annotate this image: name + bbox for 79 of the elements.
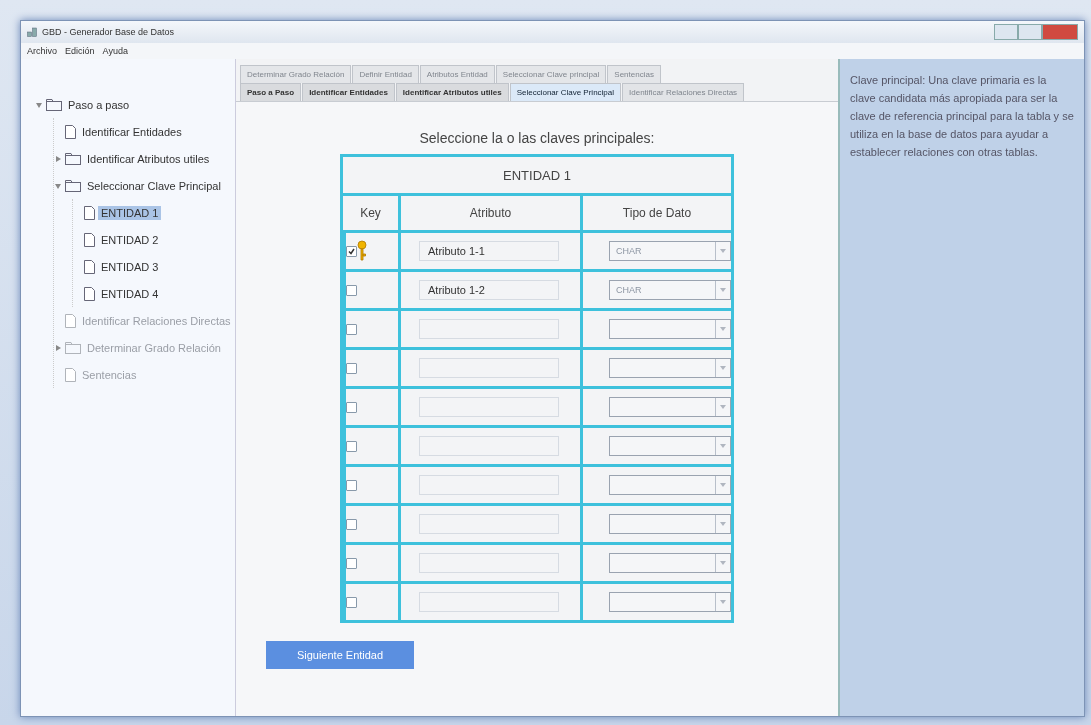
folder-icon xyxy=(46,98,62,111)
menu-item[interactable]: Ayuda xyxy=(102,46,128,56)
dropdown-arrow-icon xyxy=(720,366,726,370)
document-icon xyxy=(84,232,95,247)
dropdown-arrow-icon xyxy=(720,327,726,331)
type-dropdown[interactable] xyxy=(609,475,731,495)
attribute-field[interactable] xyxy=(419,475,559,495)
type-dropdown[interactable] xyxy=(609,319,731,339)
type-dropdown[interactable] xyxy=(609,436,731,456)
maximize-button[interactable] xyxy=(1018,24,1042,40)
tab[interactable]: Seleccionar Clave Principal xyxy=(509,83,622,101)
dropdown-arrow-icon xyxy=(720,522,726,526)
checkbox[interactable] xyxy=(346,479,357,491)
tree-item[interactable]: ENTIDAD 4 xyxy=(98,286,162,301)
attribute-field[interactable] xyxy=(419,358,559,378)
checkbox[interactable] xyxy=(346,557,357,569)
type-dropdown[interactable] xyxy=(609,592,731,612)
attribute-field[interactable] xyxy=(419,514,559,534)
help-text: Clave principal: Una clave primaria es la clave candidata más apropiada para ser la clave de referencia principal para la tabla y se utiliza en la base de datos para ayudar a establecer relaciones con otras tablas. xyxy=(838,59,1084,716)
checkbox[interactable] xyxy=(346,596,357,608)
folder-icon xyxy=(65,152,81,165)
type-dropdown[interactable] xyxy=(609,514,731,534)
tab[interactable]: Identificar Entidades xyxy=(302,83,395,101)
dropdown-value: CHAR xyxy=(615,284,643,297)
tree-item[interactable]: Identificar Atributos utiles xyxy=(84,151,213,166)
window-title: GBD - Generador Base de Datos xyxy=(42,27,175,37)
tree-item[interactable]: Seleccionar Clave Principal xyxy=(84,178,224,193)
column-header: Key xyxy=(359,205,382,222)
menu-item[interactable]: Edición xyxy=(65,46,95,56)
tree-item[interactable]: Identificar Entidades xyxy=(79,124,185,139)
key-icon xyxy=(357,240,367,262)
dropdown-arrow-icon xyxy=(720,405,726,409)
document-icon xyxy=(84,286,95,301)
tree-item[interactable]: Paso a paso xyxy=(65,97,133,112)
document-icon xyxy=(65,124,76,139)
checkbox[interactable] xyxy=(346,401,357,413)
prompt-text: Seleccione la o las claves principales: xyxy=(419,130,655,146)
tree-item[interactable]: ENTIDAD 2 xyxy=(98,232,162,247)
dropdown-arrow-icon xyxy=(720,561,726,565)
close-button[interactable] xyxy=(1042,24,1078,40)
attribute-field[interactable]: Atributo 1-1 xyxy=(419,241,559,261)
checkbox[interactable] xyxy=(346,284,357,296)
dropdown-arrow-icon xyxy=(720,288,726,292)
attribute-field[interactable] xyxy=(419,553,559,573)
tree-item[interactable]: ENTIDAD 3 xyxy=(98,259,162,274)
type-dropdown[interactable] xyxy=(609,553,731,573)
check-icon xyxy=(348,247,355,255)
app-icon xyxy=(27,27,37,37)
attribute-field[interactable] xyxy=(419,319,559,339)
attribute-field[interactable]: Atributo 1-2 xyxy=(419,280,559,300)
tab[interactable]: Paso a Paso xyxy=(240,83,302,101)
menu-item[interactable]: Archivo xyxy=(27,46,57,56)
minimize-button[interactable] xyxy=(994,24,1018,40)
type-dropdown[interactable] xyxy=(609,397,731,417)
checkbox[interactable] xyxy=(346,323,357,335)
tree-item[interactable]: ENTIDAD 1 xyxy=(98,205,162,220)
attribute-field[interactable] xyxy=(419,436,559,456)
document-icon xyxy=(84,205,95,220)
attribute-field[interactable] xyxy=(419,592,559,612)
checkbox[interactable] xyxy=(346,518,357,530)
document-icon xyxy=(84,259,95,274)
type-dropdown[interactable] xyxy=(609,358,731,378)
table-title: ENTIDAD 1 xyxy=(502,166,572,185)
dropdown-arrow-icon xyxy=(720,483,726,487)
attribute-field[interactable] xyxy=(419,397,559,417)
dropdown-value: CHAR xyxy=(615,245,643,258)
checkbox[interactable] xyxy=(346,440,357,452)
dropdown-arrow-icon xyxy=(720,600,726,604)
checkbox[interactable] xyxy=(346,362,357,374)
folder-icon xyxy=(65,179,81,192)
column-header: Atributo xyxy=(398,196,580,230)
tab[interactable]: Identificar Atributos utiles xyxy=(395,83,509,101)
checkbox[interactable] xyxy=(346,245,357,257)
dropdown-arrow-icon xyxy=(720,444,726,448)
dropdown-arrow-icon xyxy=(720,249,726,253)
document-icon xyxy=(65,367,76,382)
folder-icon xyxy=(65,341,81,354)
document-icon xyxy=(65,313,76,328)
column-header: Tipo de Dato xyxy=(580,196,731,230)
